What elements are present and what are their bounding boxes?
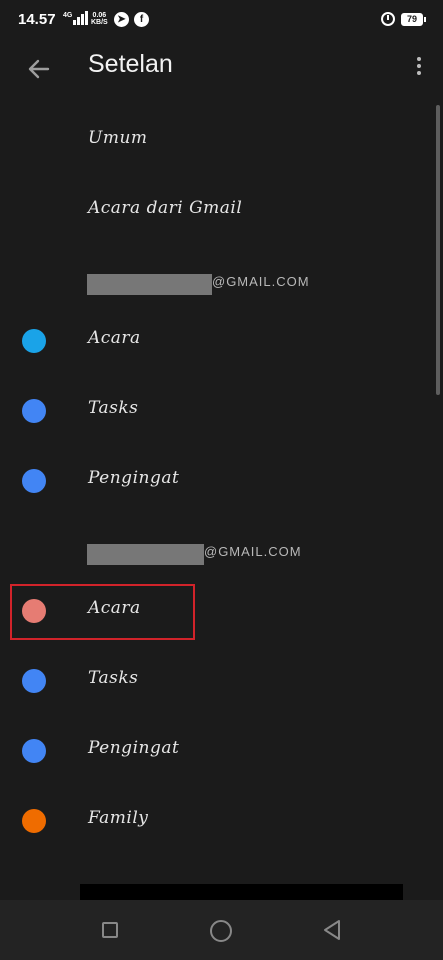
- calendar-label: Family: [88, 808, 149, 828]
- calendar-color-dot: [22, 809, 46, 833]
- account-header: @GMAIL.COM: [0, 534, 420, 574]
- recent-apps-icon[interactable]: [102, 922, 118, 938]
- more-vert-icon[interactable]: [413, 57, 425, 81]
- calendar-label: Pengingat: [88, 738, 180, 758]
- settings-item-umum[interactable]: Umum: [0, 106, 420, 176]
- calendar-label: Tasks: [88, 668, 139, 688]
- speed-value: 0.06: [92, 12, 107, 19]
- signal-icon: [73, 11, 88, 25]
- calendar-item[interactable]: Acara: [0, 306, 420, 376]
- app-bar: Setelan: [0, 40, 443, 100]
- redacted-email: [87, 544, 204, 565]
- network-speed: 0.06 KB/S: [91, 12, 108, 26]
- speed-unit: KB/S: [91, 19, 108, 26]
- status-time: 14.57: [18, 11, 56, 28]
- network-type: 4G: [63, 12, 73, 19]
- calendar-label: Pengingat: [88, 468, 180, 488]
- account-email-suffix: @GMAIL.COM: [212, 274, 310, 289]
- calendar-item[interactable]: Family: [0, 786, 420, 856]
- settings-item-label: Umum: [88, 128, 148, 148]
- redacted-email: [87, 274, 212, 295]
- status-bar: 14.57 4G 0.06 KB/S ➤ f 79: [0, 0, 443, 40]
- settings-item-gmail-events[interactable]: Acara dari Gmail: [0, 176, 420, 246]
- calendar-color-dot: [22, 399, 46, 423]
- account-header: @GMAIL.COM: [0, 264, 420, 304]
- calendar-item[interactable]: Tasks: [0, 376, 420, 446]
- calendar-item[interactable]: Tasks: [0, 646, 420, 716]
- calendar-color-dot: [22, 669, 46, 693]
- highlight-box: [10, 584, 195, 640]
- navigation-bar: [0, 900, 443, 960]
- account-email-suffix: @GMAIL.COM: [204, 544, 302, 559]
- calendar-item[interactable]: Pengingat: [0, 716, 420, 786]
- page-title: Setelan: [88, 50, 173, 78]
- back-icon[interactable]: [322, 919, 342, 941]
- facebook-icon: f: [134, 12, 149, 27]
- calendar-item[interactable]: Pengingat: [0, 446, 420, 516]
- calendar-color-dot: [22, 329, 46, 353]
- alarm-icon: [381, 12, 395, 26]
- calendar-color-dot: [22, 469, 46, 493]
- telegram-icon: ➤: [114, 12, 129, 27]
- calendar-color-dot: [22, 739, 46, 763]
- scrollbar[interactable]: [436, 105, 440, 395]
- battery-icon: 79: [401, 13, 426, 26]
- home-icon[interactable]: [210, 920, 232, 942]
- arrow-left-icon[interactable]: [24, 54, 54, 84]
- calendar-label: Acara: [88, 328, 141, 348]
- settings-item-label: Acara dari Gmail: [88, 198, 243, 218]
- calendar-label: Tasks: [88, 398, 139, 418]
